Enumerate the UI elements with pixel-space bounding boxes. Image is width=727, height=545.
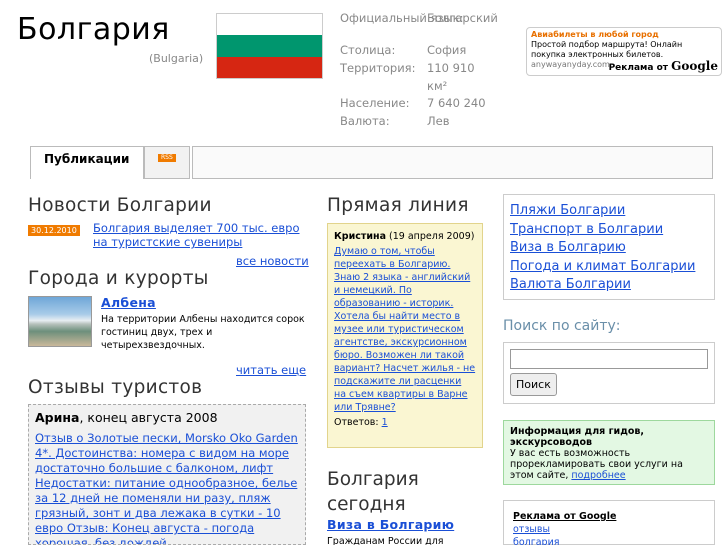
sidebar-link-visa[interactable]: Виза в Болгарию [510,239,708,258]
info-capital-value: София [427,43,467,57]
question-link[interactable]: Думаю о том, чтобы переехать в Болгарию.… [334,246,475,413]
question-author: Кристина [334,231,386,242]
info-population-value: 7 640 240 [427,96,486,110]
question-meta: Кристина (19 апреля 2009) [334,230,476,243]
top-ad-label[interactable]: Реклама от Google [609,60,718,73]
guides-title: Информация для гидов, экскурсоводов [510,426,645,448]
news-heading: Новости Болгарии [28,195,212,216]
ad-link-bulgaria[interactable]: болгария [513,536,705,545]
answers-count-row: Ответов: 1 [334,416,476,429]
tab-publications[interactable]: Публикации [30,146,144,179]
review-date: , конец августа 2008 [79,410,218,425]
bulgaria-flag [216,13,323,79]
review-text-link[interactable]: Отзыв о Золотые пески, Morsko Oko Garden… [35,431,298,544]
top-ad-text: Простой подбор маршрута! Онлайн покупка … [531,40,683,59]
sidebar-links: Пляжи Болгарии Транспорт в Болгарии Виза… [503,194,715,300]
albena-description: На территории Албены находится сорок гос… [101,314,305,351]
search-panel: Поиск [503,342,715,404]
hotline-question-card: Кристина (19 апреля 2009) Думаю о том, ч… [327,223,483,448]
info-language-value: Болгарский [427,11,498,25]
info-currency-value: Лев [427,114,450,128]
guides-info-box: Информация для гидов, экскурсоводов У ва… [503,420,715,485]
site-title: Болгария [17,12,170,47]
flag-stripe-white [217,14,322,36]
ad-link-reviews[interactable]: отзывы [513,523,705,536]
sidebar-link-weather[interactable]: Погода и климат Болгарии [510,258,708,277]
flag-stripe-red [217,56,322,78]
albena-photo[interactable] [28,296,92,347]
visa-article-link[interactable]: Виза в Болгарию [327,517,454,532]
search-heading: Поиск по сайту: [503,318,621,334]
search-button[interactable]: Поиск [510,373,557,396]
sidebar-link-currency[interactable]: Валюта Болгарии [510,276,708,295]
top-ad-banner[interactable]: Авиабилеты в любой город Простой подбор … [526,27,722,76]
review-card: Арина, конец августа 2008 Отзыв о Золоты… [28,404,306,545]
news-date-badge: 30.12.2010 [28,225,80,236]
today-heading: Болгария сегодня [327,469,419,515]
tab-bar-filler [192,146,713,179]
answers-count-link[interactable]: 1 [382,417,388,428]
all-news-link[interactable]: все новости [236,254,309,268]
google-ads-box: Реклама от Google отзывы болгария [503,500,715,545]
news-link[interactable]: Болгария выделяет 700 тыс. евро на турис… [93,221,308,249]
top-ad-title[interactable]: Авиабилеты в любой город [531,30,717,40]
site-subtitle: (Bulgaria) [149,52,204,65]
tab-bar: Публикации RSS [30,146,713,179]
google-ads-heading[interactable]: Реклама от Google [513,510,705,523]
search-input[interactable] [510,349,708,369]
answers-label: Ответов: [334,417,379,428]
question-date: (19 апреля 2009) [389,231,475,242]
guides-more-link[interactable]: подробнее [571,470,625,481]
info-territory-value: 110 910 км² [427,61,475,93]
review-author: Арина [35,410,80,425]
rss-icon: RSS [158,154,176,162]
info-population-key: Население: [340,96,410,110]
review-header: Арина, конец августа 2008 [35,410,299,425]
visa-article-text: Гражданам России для [327,536,444,545]
info-capital-key: Столица: [340,43,396,57]
hotline-heading: Прямая линия [327,195,469,216]
tab-rss[interactable]: RSS [144,146,190,179]
sidebar-link-beaches[interactable]: Пляжи Болгарии [510,202,708,221]
flag-stripe-green [217,35,322,57]
read-more-link[interactable]: читать еще [236,363,306,377]
reviews-heading: Отзывы туристов [28,377,203,398]
cities-heading: Города и курорты [28,268,209,289]
info-currency-key: Валюта: [340,114,390,128]
info-territory-key: Территория: [340,61,416,75]
sidebar-link-transport[interactable]: Транспорт в Болгарии [510,221,708,240]
albena-link[interactable]: Албена [101,295,156,310]
